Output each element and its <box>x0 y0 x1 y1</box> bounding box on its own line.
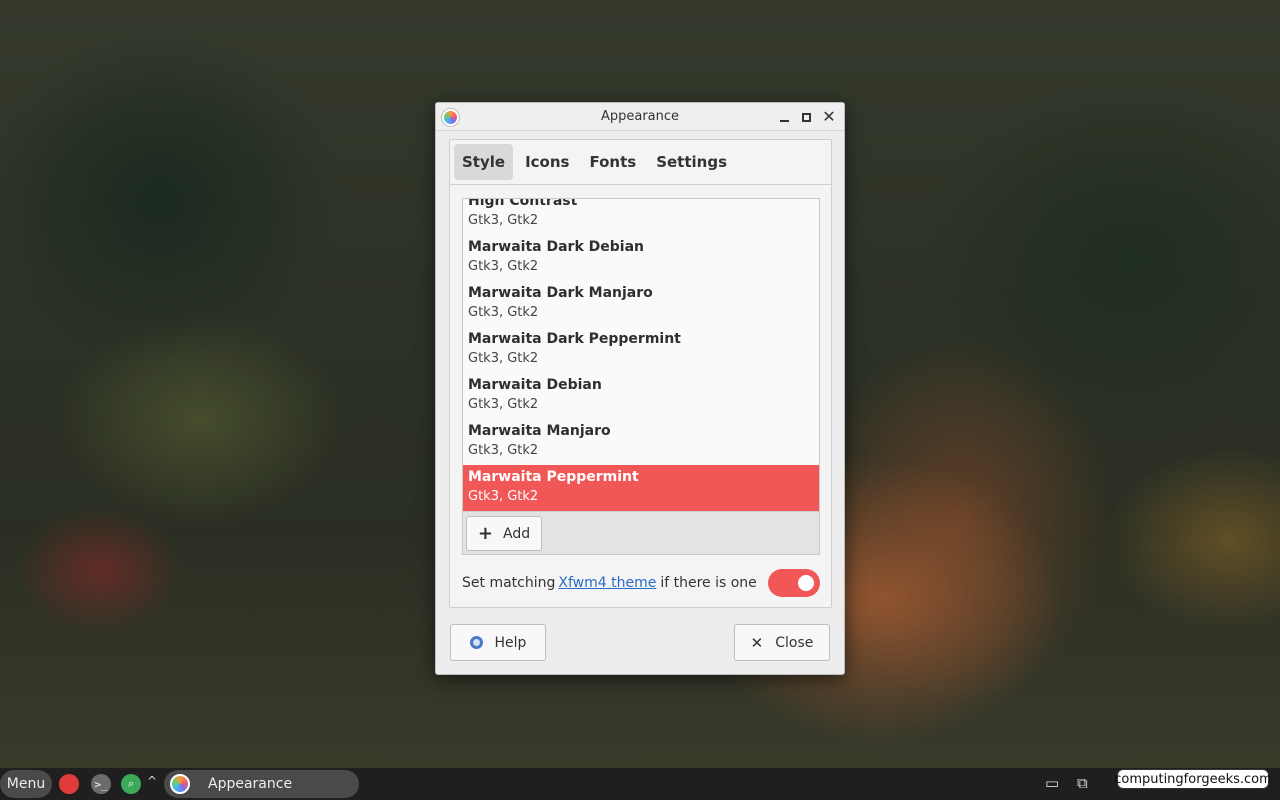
xfwm4-theme-link[interactable]: Xfwm4 theme <box>558 575 656 591</box>
theme-name: High Contrast <box>468 198 578 209</box>
theme-name: Marwaita Dark Peppermint <box>468 331 681 347</box>
tab-bar: Style Icons Fonts Settings <box>450 140 831 185</box>
taskbar-item-appearance[interactable]: Appearance <box>164 770 359 798</box>
add-button-label: Add <box>502 525 531 542</box>
theme-name: Marwaita Dark Debian <box>468 239 644 255</box>
theme-formats: Gtk3, Gtk2 <box>468 213 539 228</box>
plus-icon: + <box>477 523 493 544</box>
tab-notebook: Style Icons Fonts Settings High Contrast… <box>449 139 832 608</box>
theme-formats: Gtk3, Gtk2 <box>468 397 539 412</box>
theme-item[interactable]: Marwaita Dark Debian Gtk3, Gtk2 <box>463 235 819 281</box>
watermark: computingforgeeks.com <box>1114 769 1272 789</box>
theme-formats: Gtk3, Gtk2 <box>468 443 539 458</box>
appearance-app-icon <box>442 109 459 126</box>
match-theme-toggle[interactable] <box>768 569 820 597</box>
theme-formats: Gtk3, Gtk2 <box>468 351 539 366</box>
browser-launcher-icon[interactable] <box>59 774 79 794</box>
theme-list-items: High Contrast Gtk3, Gtk2 Marwaita Dark D… <box>463 198 819 511</box>
theme-list-toolbar: + Add <box>463 511 819 554</box>
task-label: Appearance <box>208 776 293 792</box>
close-icon: ✕ <box>750 633 764 652</box>
terminal-launcher-icon[interactable]: >_ <box>91 774 111 794</box>
minimize-icon <box>779 120 789 122</box>
tab-fonts[interactable]: Fonts <box>581 144 644 180</box>
close-button[interactable]: ✕ Close <box>734 624 830 661</box>
appearance-app-icon <box>170 774 190 794</box>
toggle-knob <box>798 575 814 591</box>
appearance-window: Appearance ✕ Style Icons Fonts Settings … <box>435 102 845 675</box>
theme-item[interactable]: Marwaita Dark Peppermint Gtk3, Gtk2 <box>463 327 819 373</box>
theme-item[interactable]: Marwaita Manjaro Gtk3, Gtk2 <box>463 419 819 465</box>
display-icon[interactable]: ▭ <box>1045 774 1059 792</box>
window-title: Appearance <box>600 109 680 124</box>
match-xfwm4-row: Set matching Xfwm4 theme if there is one <box>462 563 820 603</box>
theme-formats: Gtk3, Gtk2 <box>468 259 539 274</box>
theme-name: Marwaita Manjaro <box>468 423 611 439</box>
add-theme-button[interactable]: + Add <box>466 516 542 551</box>
chevron-up-icon[interactable]: ^ <box>147 774 157 788</box>
tab-style[interactable]: Style <box>454 144 514 180</box>
close-icon: ✕ <box>822 107 836 126</box>
menu-button[interactable]: Menu <box>0 770 52 798</box>
theme-item[interactable]: Marwaita Debian Gtk3, Gtk2 <box>463 373 819 419</box>
help-button-label: Help <box>494 634 527 651</box>
theme-item[interactable]: Marwaita Dark Manjaro Gtk3, Gtk2 <box>463 281 819 327</box>
theme-formats: Gtk3, Gtk2 <box>468 489 539 504</box>
search-launcher-icon[interactable]: ⌕ <box>121 774 141 794</box>
match-prefix: Set matching <box>462 575 556 591</box>
minimize-button[interactable] <box>774 107 794 127</box>
help-button[interactable]: Help <box>450 624 546 661</box>
theme-name: Marwaita Dark Manjaro <box>468 285 653 301</box>
maximize-button[interactable] <box>796 107 816 127</box>
tab-icons[interactable]: Icons <box>517 144 577 180</box>
theme-list[interactable]: High Contrast Gtk3, Gtk2 Marwaita Dark D… <box>462 198 820 555</box>
close-window-button[interactable]: ✕ <box>819 107 839 127</box>
taskbar: Menu >_ ⌕ ^ Appearance ▭ ⧉ <box>0 768 1280 800</box>
theme-name: Marwaita Peppermint <box>468 469 639 485</box>
theme-item-selected[interactable]: Marwaita Peppermint Gtk3, Gtk2 <box>463 465 819 511</box>
title-bar[interactable]: Appearance ✕ <box>436 103 844 131</box>
close-button-label: Close <box>775 634 814 651</box>
maximize-icon <box>801 112 811 122</box>
theme-formats: Gtk3, Gtk2 <box>468 305 539 320</box>
theme-item[interactable]: High Contrast Gtk3, Gtk2 <box>463 198 819 235</box>
theme-name: Marwaita Debian <box>468 377 602 393</box>
match-suffix: if there is one <box>660 575 757 591</box>
help-icon <box>469 636 483 649</box>
network-icon[interactable]: ⧉ <box>1077 774 1088 792</box>
tab-settings[interactable]: Settings <box>648 144 735 180</box>
